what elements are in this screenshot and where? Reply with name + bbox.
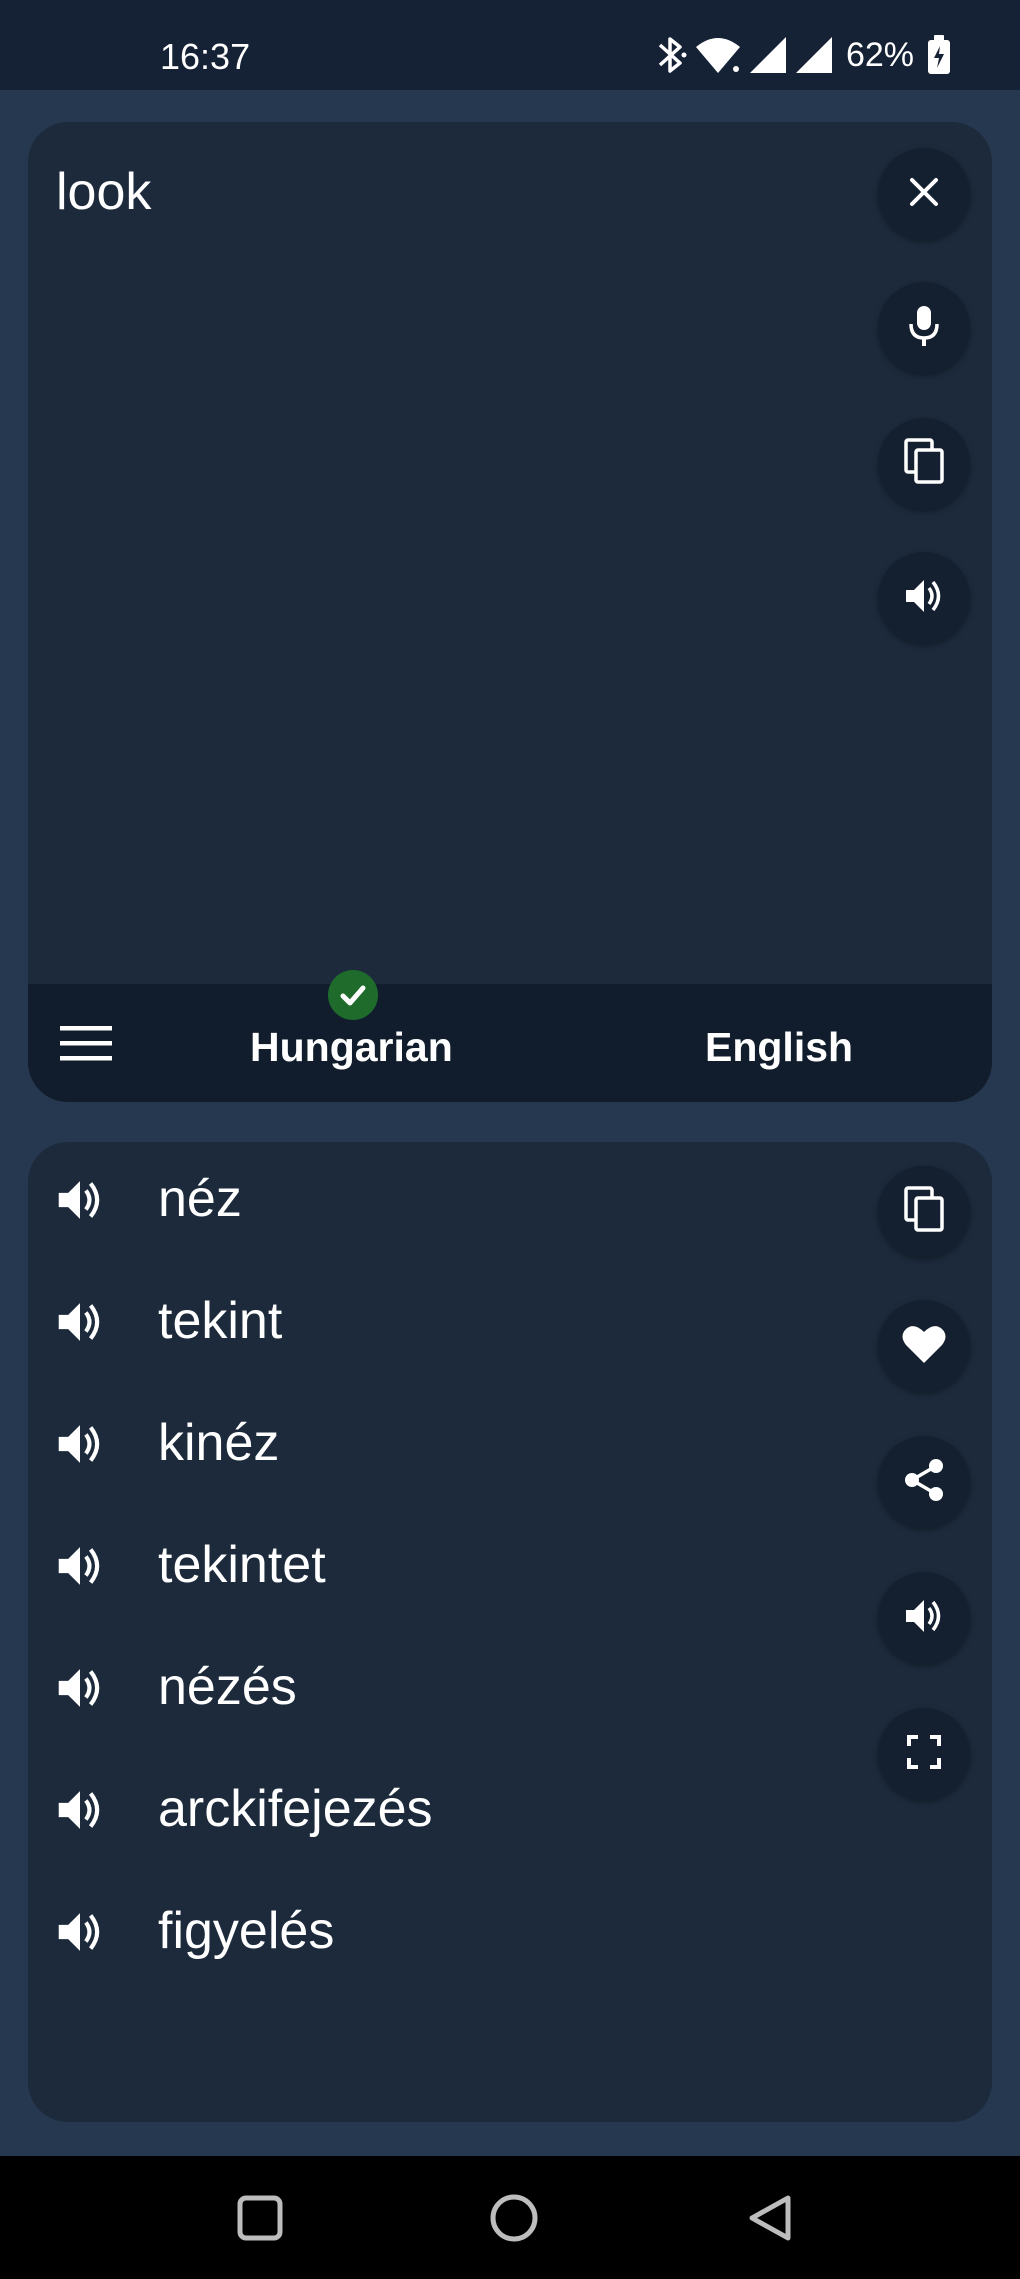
speaker-icon — [902, 574, 946, 623]
status-time: 16:37 — [160, 36, 251, 77]
list-item[interactable]: nézés — [54, 1658, 433, 1780]
status-icons: 62% — [654, 32, 952, 78]
heart-icon — [901, 1323, 947, 1370]
fullscreen-button[interactable] — [878, 1708, 970, 1800]
share-button[interactable] — [878, 1436, 970, 1528]
source-language-button[interactable]: Hungarian — [250, 1024, 453, 1071]
speaker-icon — [902, 1594, 946, 1643]
result-card: néz tekint kinéz tekintet nézés arckifej… — [28, 1142, 992, 2122]
translation-list: néz tekint kinéz tekintet nézés arckifej… — [54, 1170, 433, 2024]
list-item[interactable]: néz — [54, 1170, 433, 1292]
translation-word: nézés — [158, 1658, 297, 1716]
signal-icon — [794, 35, 834, 75]
speaker-icon[interactable] — [54, 1662, 106, 1714]
fullscreen-icon — [906, 1734, 942, 1775]
battery-percent: 62% — [845, 35, 914, 74]
favorite-button[interactable] — [878, 1300, 970, 1392]
copy-icon — [902, 437, 946, 491]
share-icon — [902, 1457, 946, 1508]
copy-icon — [902, 1185, 946, 1239]
speaker-icon[interactable] — [54, 1418, 106, 1470]
battery-icon — [926, 34, 952, 76]
recents-icon[interactable] — [230, 2188, 290, 2248]
input-card: look Hungarian English — [28, 122, 992, 1102]
bluetooth-icon — [654, 35, 688, 75]
copy-input-button[interactable] — [878, 418, 970, 510]
speaker-icon[interactable] — [54, 1174, 106, 1226]
speak-result-button[interactable] — [878, 1572, 970, 1664]
check-icon — [328, 970, 378, 1020]
list-item[interactable]: kinéz — [54, 1414, 433, 1536]
clear-button[interactable] — [878, 148, 970, 240]
translation-word: tekintet — [158, 1536, 326, 1594]
navigation-bar — [0, 2156, 1020, 2279]
status-bar: 16:37 62% — [0, 0, 1020, 90]
speaker-icon[interactable] — [54, 1784, 106, 1836]
speaker-icon[interactable] — [54, 1906, 106, 1958]
translation-word: figyelés — [158, 1902, 335, 1960]
speak-input-button[interactable] — [878, 552, 970, 644]
translation-word: arckifejezés — [158, 1780, 433, 1838]
translation-word: kinéz — [158, 1414, 280, 1472]
list-item[interactable]: figyelés — [54, 1902, 433, 2024]
list-item[interactable]: tekintet — [54, 1536, 433, 1658]
back-icon[interactable] — [740, 2188, 800, 2248]
list-item[interactable]: arckifejezés — [54, 1780, 433, 1902]
target-language-button[interactable]: English — [705, 1024, 853, 1071]
list-item[interactable]: tekint — [54, 1292, 433, 1414]
source-text-input[interactable]: look — [56, 162, 151, 222]
signal-icon — [748, 35, 788, 75]
translation-word: néz — [158, 1170, 242, 1228]
speaker-icon[interactable] — [54, 1296, 106, 1348]
translation-word: tekint — [158, 1292, 283, 1350]
language-bar: Hungarian English — [28, 970, 992, 1102]
menu-icon[interactable] — [58, 1024, 114, 1064]
wifi-icon — [694, 35, 742, 75]
close-icon — [906, 174, 942, 215]
speaker-icon[interactable] — [54, 1540, 106, 1592]
home-icon[interactable] — [484, 2188, 544, 2248]
copy-result-button[interactable] — [878, 1166, 970, 1258]
microphone-button[interactable] — [878, 282, 970, 374]
mic-icon — [906, 304, 942, 353]
